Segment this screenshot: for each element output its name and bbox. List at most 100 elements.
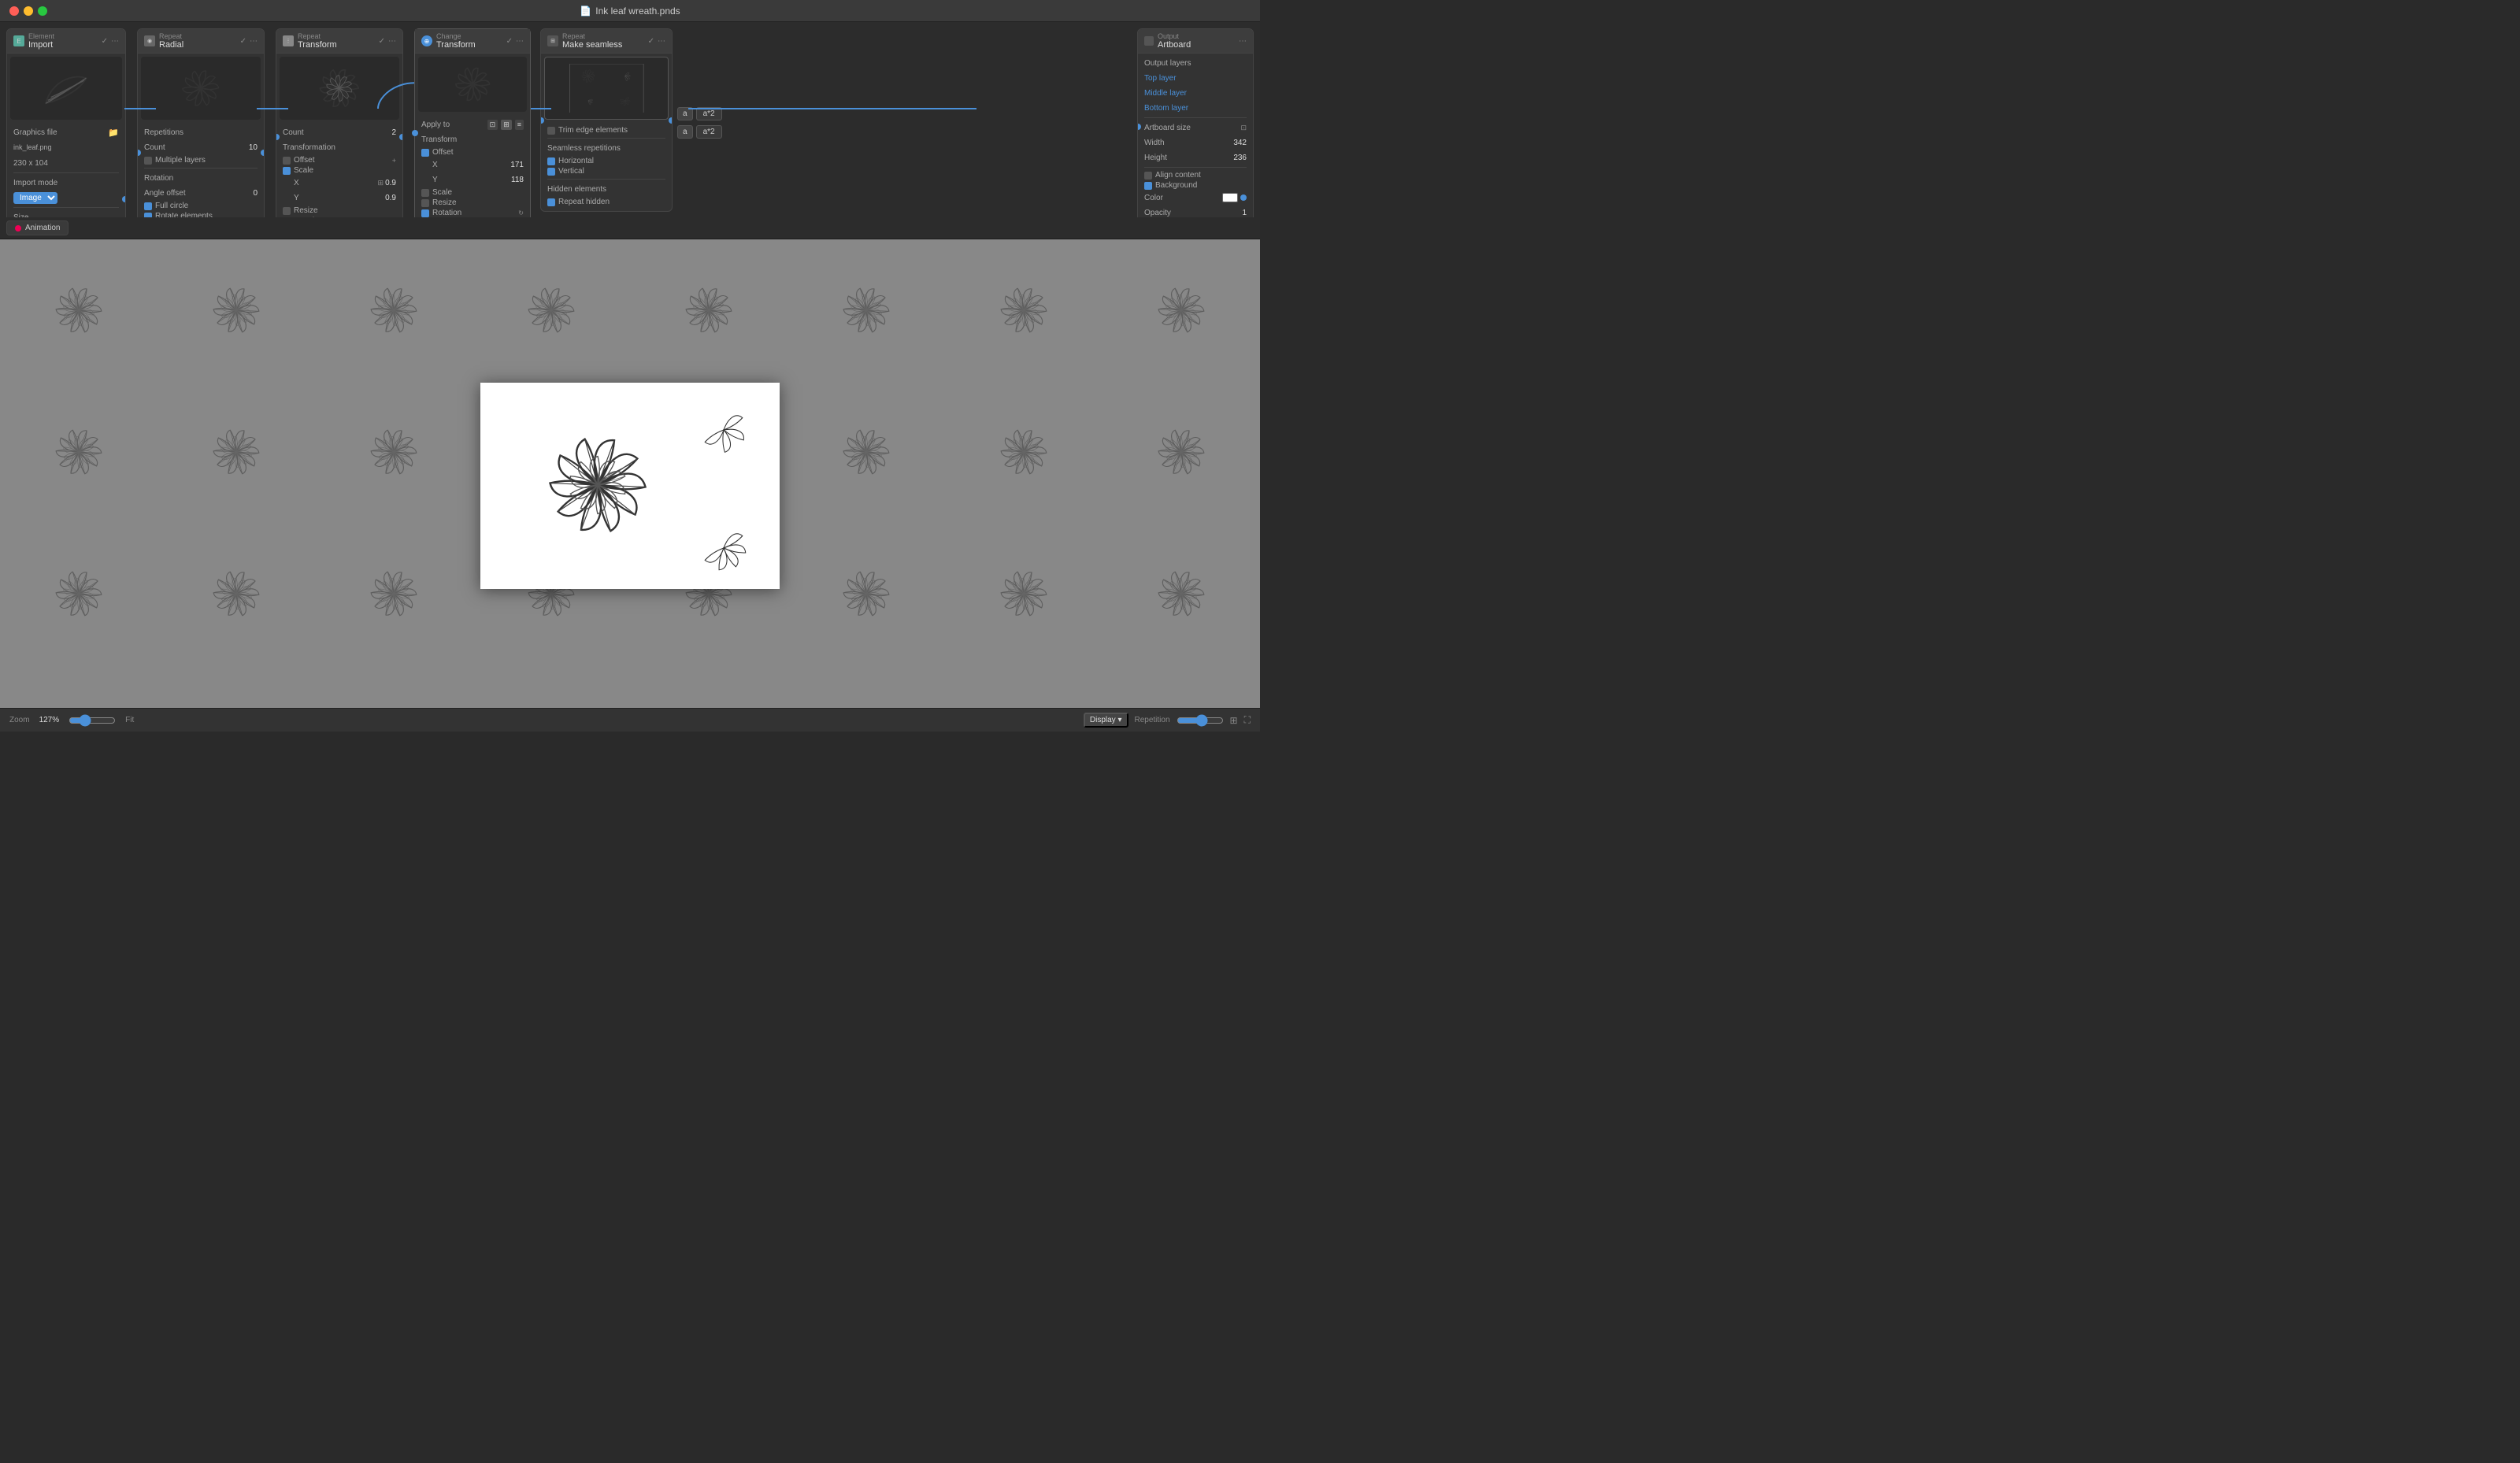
- transform-menu-icon[interactable]: ⋯: [388, 37, 396, 46]
- apply-to-label: Apply to: [421, 120, 450, 129]
- align-content-checkbox[interactable]: [1144, 172, 1152, 180]
- output-name-label: Artboard: [1158, 40, 1191, 50]
- main-layout: 📄 Ink leaf wreath.pnds E Element Import …: [0, 0, 1260, 732]
- transform-count-val: 2: [391, 128, 396, 137]
- apply-icon1[interactable]: ⊡: [487, 120, 498, 130]
- canvas-area[interactable]: Zoom 127% Fit Display ▾ Repetition ⊞ ⛶: [0, 239, 1260, 732]
- transformation-label: Transformation: [283, 143, 335, 152]
- change-preview-svg: [429, 62, 516, 106]
- grid-icon[interactable]: ⊞: [1230, 715, 1238, 726]
- apply-icon3[interactable]: ≡: [515, 120, 524, 130]
- transform-node[interactable]: ⋮ Repeat Transform ✓ ⋯: [276, 28, 403, 217]
- formula-node-1[interactable]: a a*2: [677, 107, 722, 120]
- output-props: Output layers Top layer Middle layer Bot…: [1138, 54, 1253, 217]
- scale-checkbox[interactable]: [283, 167, 291, 175]
- transform-type-label: Repeat: [298, 32, 337, 40]
- node-menu-icon[interactable]: ⋯: [111, 37, 119, 46]
- artboard-content-svg: [480, 383, 780, 589]
- output-menu-icon[interactable]: ⋯: [1239, 37, 1247, 46]
- change-rotation-label: Rotation: [432, 209, 461, 217]
- color-swatch[interactable]: [1222, 193, 1238, 202]
- offset-checkbox[interactable]: [283, 157, 291, 165]
- transform-thumbnail: [280, 57, 399, 120]
- file-icon: 📄: [580, 6, 591, 17]
- titlebar-buttons: [9, 6, 47, 16]
- background-label: Background: [1155, 181, 1197, 190]
- import-mode-select[interactable]: Image: [13, 192, 57, 204]
- fullscreen-icon[interactable]: ⛶: [1244, 714, 1251, 726]
- radial-check-icon[interactable]: ✓: [240, 37, 246, 46]
- repetition-slider[interactable]: [1177, 714, 1224, 727]
- minimize-button[interactable]: [24, 6, 33, 16]
- change-offset-checkbox[interactable]: [421, 149, 429, 157]
- count-val: 10: [249, 143, 258, 152]
- close-button[interactable]: [9, 6, 19, 16]
- radial-node[interactable]: ◉ Repeat Radial ✓ ⋯: [137, 28, 265, 217]
- transform-x-val: 0.9: [385, 179, 396, 187]
- formula-a-label-2: a: [683, 128, 687, 136]
- horizontal-checkbox[interactable]: [547, 157, 555, 165]
- change-rotation-checkbox[interactable]: [421, 209, 429, 217]
- zoom-slider[interactable]: [69, 714, 116, 727]
- output-toggle[interactable]: [1144, 36, 1154, 46]
- seamless-controls: ✓ ⋯: [648, 37, 665, 46]
- import-node-header: E Element Import ✓ ⋯: [7, 29, 125, 54]
- rotate-elements-checkbox[interactable]: [144, 213, 152, 218]
- node-check-icon[interactable]: ✓: [102, 37, 108, 46]
- fit-button[interactable]: Fit: [125, 716, 134, 724]
- seamless-check-icon[interactable]: ✓: [648, 37, 654, 46]
- change-props: Apply to ⊡ ⊞ ≡ Transform Offset: [415, 115, 530, 217]
- artboard: [480, 383, 780, 589]
- change-y-label: Y: [432, 176, 438, 184]
- window-title: 📄 Ink leaf wreath.pnds: [580, 6, 680, 17]
- node-type-label: Element: [28, 32, 54, 40]
- resize-checkbox[interactable]: [283, 207, 291, 215]
- display-chevron: ▾: [1117, 716, 1121, 724]
- formula-nodes-container: a a*2 a a*2: [677, 107, 722, 139]
- rotation-checkbox2[interactable]: [283, 217, 291, 218]
- hidden-elements-label: Hidden elements: [547, 185, 606, 194]
- artboard-size-label: Artboard size: [1144, 124, 1191, 132]
- transform-y-val: 0.9: [385, 194, 396, 202]
- animation-tab[interactable]: Animation: [6, 220, 69, 235]
- radial-name-label: Radial: [159, 40, 183, 50]
- full-circle-checkbox[interactable]: [144, 202, 152, 210]
- import-node[interactable]: E Element Import ✓ ⋯: [6, 28, 126, 217]
- seamless-icon: ⊞: [547, 35, 558, 46]
- trim-edge-checkbox[interactable]: [547, 127, 555, 135]
- formula-expr-2: a*2: [703, 128, 715, 136]
- maximize-button[interactable]: [38, 6, 47, 16]
- display-button[interactable]: Display ▾: [1084, 713, 1128, 728]
- tab-bar: Animation: [0, 217, 1260, 239]
- transform-name-label: Transform: [298, 40, 337, 50]
- background-checkbox[interactable]: [1144, 182, 1152, 190]
- change-transform-panel[interactable]: ⊕ Change Transform ✓ ⋯: [414, 28, 531, 217]
- middle-layer-link[interactable]: Middle layer: [1144, 89, 1187, 98]
- graphics-file-label: Graphics file: [13, 128, 57, 137]
- seamless-rep-label: Seamless repetitions: [547, 144, 621, 153]
- seamless-name-label: Make seamless: [562, 40, 622, 50]
- top-layer-link[interactable]: Top layer: [1144, 74, 1177, 83]
- repeat-hidden-checkbox[interactable]: [547, 198, 555, 206]
- output-node[interactable]: Output Artboard ⋯ Output layers Top laye…: [1137, 28, 1254, 217]
- radial-menu-icon[interactable]: ⋯: [250, 37, 258, 46]
- seamless-menu-icon[interactable]: ⋯: [658, 37, 665, 46]
- rotate-elements-label: Rotate elements: [155, 212, 213, 217]
- radial-controls: ✓ ⋯: [240, 37, 258, 46]
- node-editor: E Element Import ✓ ⋯: [0, 22, 1260, 217]
- change-controls: ✓ ⋯: [506, 37, 524, 46]
- apply-icon2[interactable]: ⊞: [501, 120, 512, 130]
- multiple-layers-checkbox[interactable]: [144, 157, 152, 165]
- browse-icon[interactable]: 📁: [108, 128, 119, 138]
- bottom-layer-link[interactable]: Bottom layer: [1144, 104, 1188, 113]
- animation-dot: [15, 225, 21, 231]
- change-check-icon[interactable]: ✓: [506, 37, 513, 46]
- output-opacity-label: Opacity: [1144, 209, 1171, 217]
- transform-check-icon[interactable]: ✓: [379, 37, 385, 46]
- change-scale-checkbox[interactable]: [421, 189, 429, 197]
- change-menu-icon[interactable]: ⋯: [516, 37, 524, 46]
- formula-node-2[interactable]: a a*2: [677, 125, 722, 139]
- make-seamless-node[interactable]: ⊞ Repeat Make seamless ✓ ⋯: [540, 28, 673, 212]
- vertical-checkbox[interactable]: [547, 168, 555, 176]
- change-resize-checkbox[interactable]: [421, 199, 429, 207]
